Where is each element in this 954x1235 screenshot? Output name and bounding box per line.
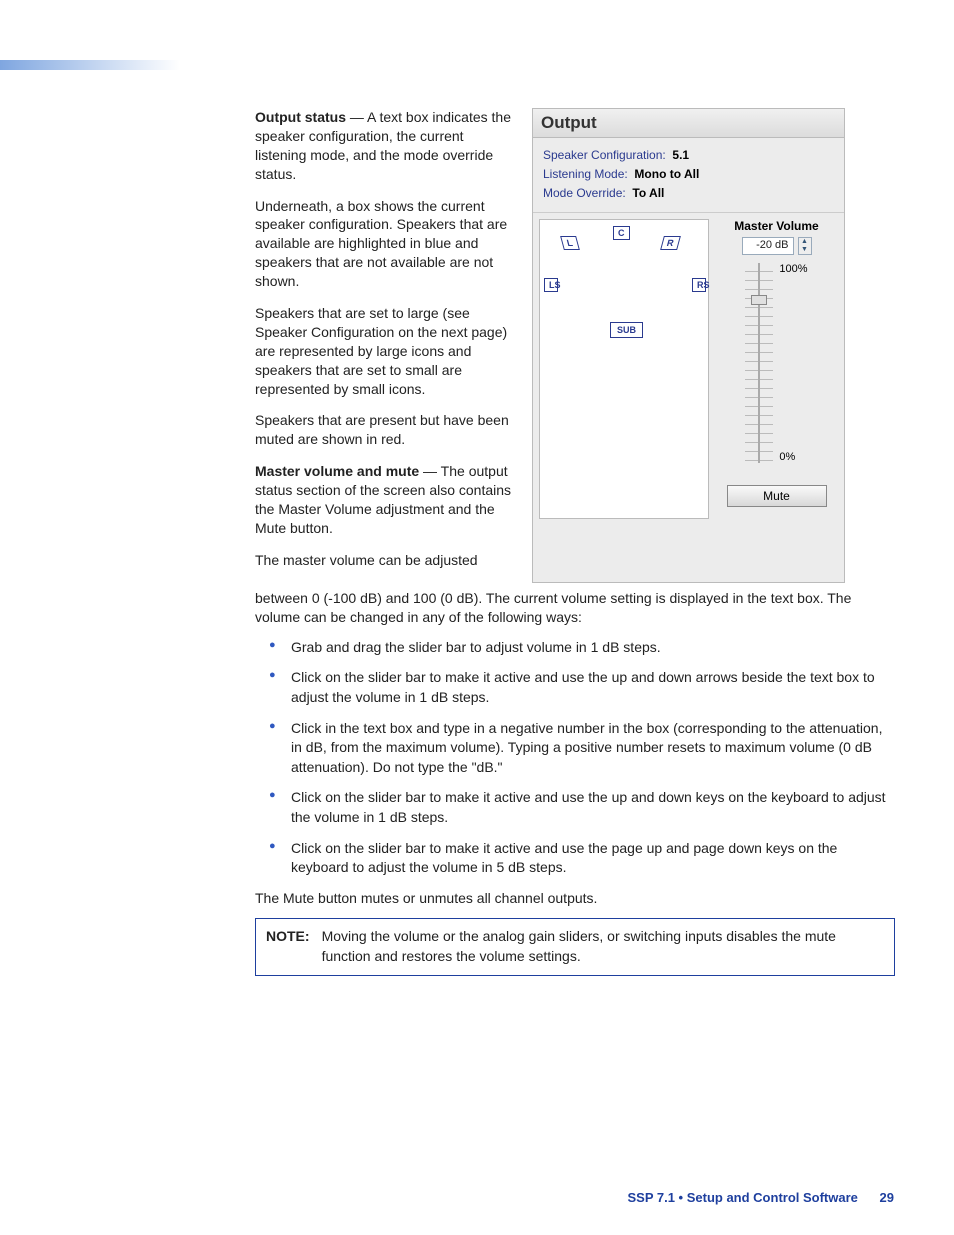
- note-box: NOTE: Moving the volume or the analog ga…: [255, 918, 895, 975]
- bullet-item: Click on the slider bar to make it activ…: [269, 668, 895, 707]
- para-large-small: Speakers that are set to large (see Spea…: [255, 304, 518, 398]
- spk-config-label: Speaker Configuration:: [543, 148, 666, 162]
- speaker-ls-icon: LS: [544, 278, 558, 292]
- listening-mode-label: Listening Mode:: [543, 167, 628, 181]
- master-volume-spinner[interactable]: ▲ ▼: [798, 237, 812, 255]
- speaker-l-icon: L: [560, 236, 579, 250]
- speaker-sub-icon: SUB: [610, 322, 643, 338]
- spk-config-value: 5.1: [672, 148, 689, 162]
- master-volume-input[interactable]: -20 dB: [742, 237, 794, 255]
- bullet-item: Click on the slider bar to make it activ…: [269, 839, 895, 878]
- listening-mode-value: Mono to All: [634, 167, 699, 181]
- para-muted-red: Speakers that are present but have been …: [255, 411, 518, 449]
- page-number: 29: [880, 1190, 894, 1205]
- para-mute-button: The Mute button mutes or unmutes all cha…: [255, 889, 895, 909]
- speaker-rs-icon: RS: [692, 278, 706, 292]
- speaker-c-icon: C: [613, 226, 630, 240]
- mode-override-label: Mode Override:: [543, 186, 626, 200]
- footer-text: SSP 7.1 • Setup and Control Software: [627, 1190, 857, 1205]
- spinner-down-icon[interactable]: ▼: [799, 246, 811, 254]
- bullet-item: Click on the slider bar to make it activ…: [269, 788, 895, 827]
- master-volume-area: Master Volume -20 dB ▲ ▼ 100%: [709, 213, 844, 529]
- note-label: NOTE:: [266, 927, 310, 966]
- mute-button[interactable]: Mute: [727, 485, 827, 507]
- slider-min-label: 0%: [779, 451, 807, 463]
- panel-title: Output: [533, 109, 844, 138]
- page-content: Output status — A text box indicates the…: [255, 108, 895, 976]
- slider-max-label: 100%: [779, 263, 807, 275]
- note-text: Moving the volume or the analog gain sli…: [322, 927, 884, 966]
- bold-output-status: Output status: [255, 109, 346, 125]
- page-header-gradient: [0, 60, 180, 70]
- panel-status: Speaker Configuration: 5.1 Listening Mod…: [533, 138, 844, 212]
- para-output-status: Output status — A text box indicates the…: [255, 108, 518, 184]
- output-panel: Output Speaker Configuration: 5.1 Listen…: [532, 108, 845, 583]
- mode-override-value: To All: [632, 186, 664, 200]
- master-volume-title: Master Volume: [734, 219, 818, 233]
- para-underneath: Underneath, a box shows the current spea…: [255, 197, 518, 291]
- page-footer: SSP 7.1 • Setup and Control Software 29: [627, 1190, 894, 1205]
- para-master-volume: Master volume and mute — The output stat…: [255, 462, 518, 538]
- bold-master-volume: Master volume and mute: [255, 463, 419, 479]
- bullet-item: Click in the text box and type in a nega…: [269, 719, 895, 778]
- para-adjusted-lead: The master volume can be adjusted: [255, 551, 518, 570]
- speaker-r-icon: R: [660, 236, 680, 250]
- slider-thumb[interactable]: [751, 295, 767, 305]
- after-panel-text: between 0 (-100 dB) and 100 (0 dB). The …: [255, 589, 895, 976]
- bullet-item: Grab and drag the slider bar to adjust v…: [269, 638, 895, 658]
- bullet-list: Grab and drag the slider bar to adjust v…: [269, 638, 895, 878]
- spinner-up-icon[interactable]: ▲: [799, 238, 811, 246]
- intro-text-column: Output status — A text box indicates the…: [255, 108, 532, 583]
- speaker-layout-area: L C R LS RS SUB: [539, 219, 709, 519]
- master-volume-slider[interactable]: [745, 263, 773, 463]
- para-adjusted-cont: between 0 (-100 dB) and 100 (0 dB). The …: [255, 589, 895, 628]
